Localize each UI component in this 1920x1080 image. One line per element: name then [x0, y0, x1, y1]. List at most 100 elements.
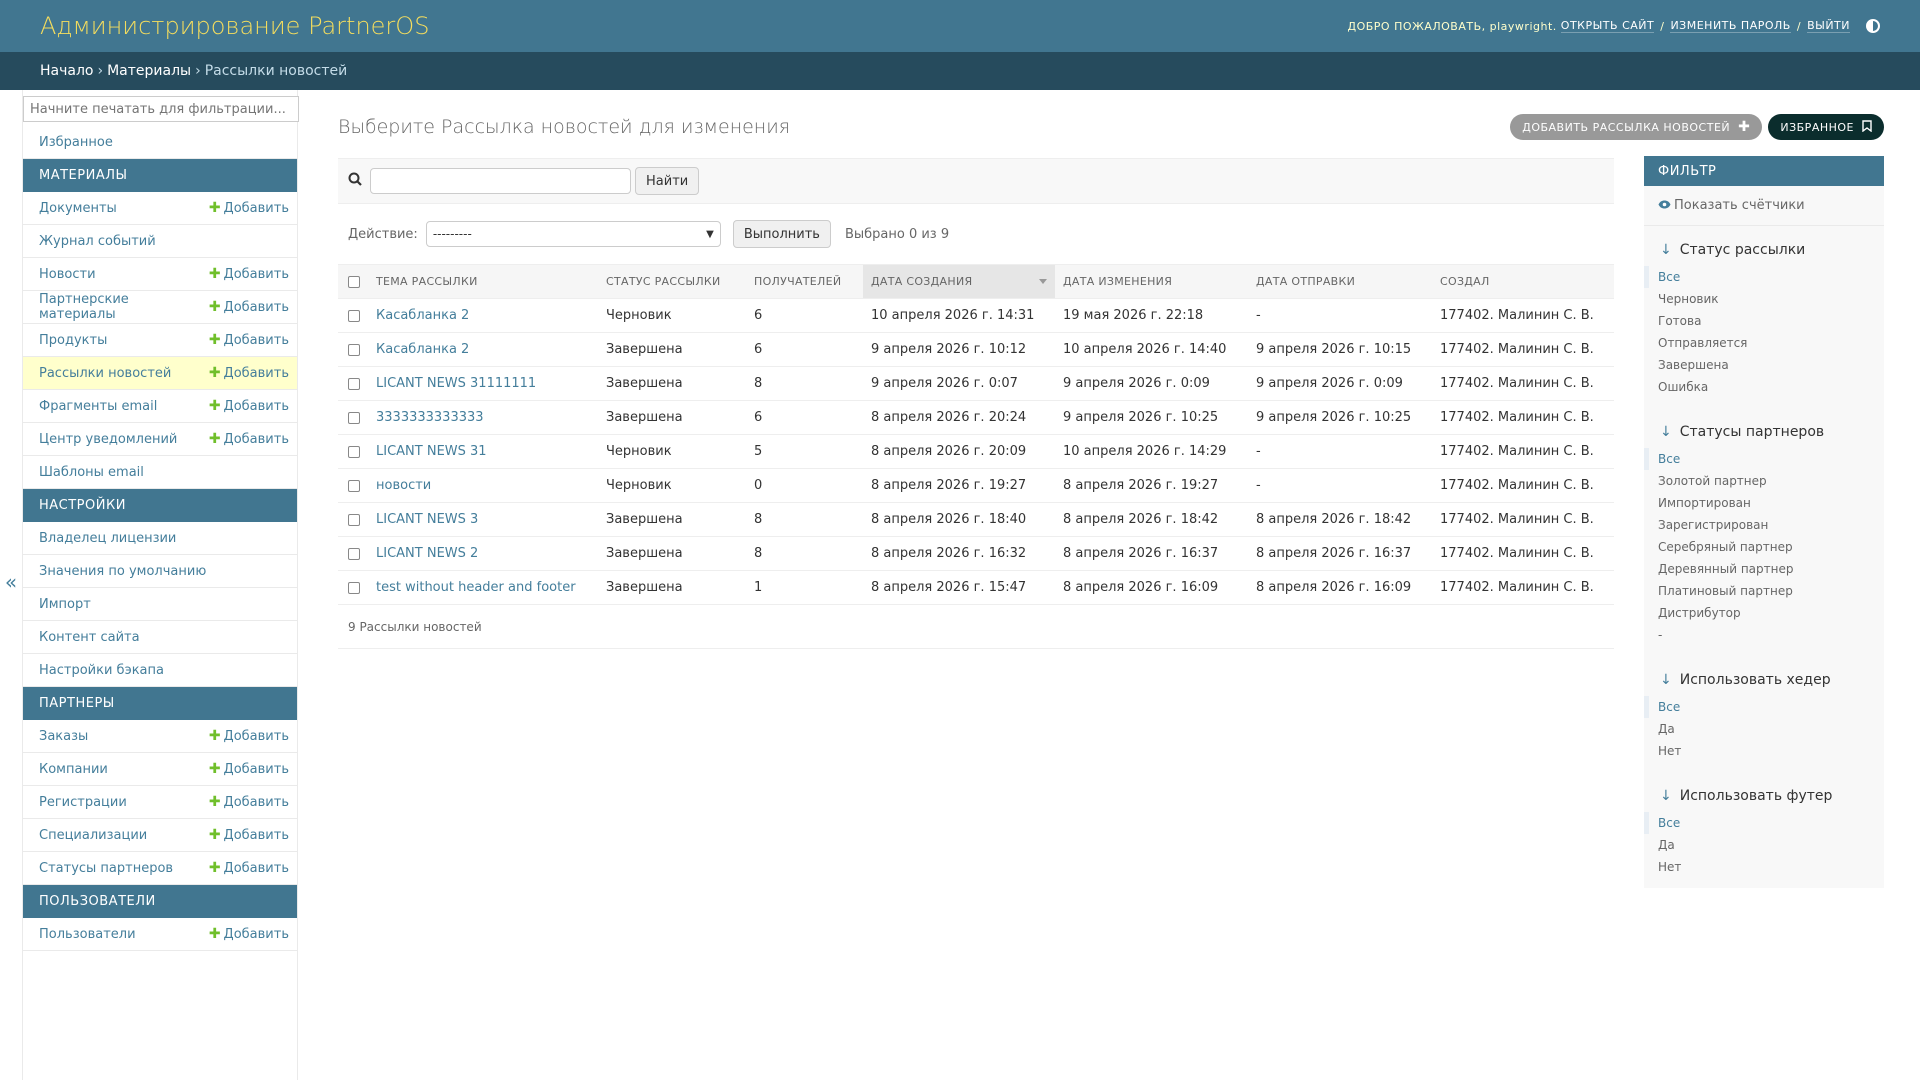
sidebar-item[interactable]: Контент сайта — [23, 621, 297, 654]
sidebar-item-label[interactable]: Фрагменты email — [39, 399, 157, 414]
sidebar-item-label[interactable]: Владелец лицензии — [39, 531, 176, 546]
newsletter-link[interactable]: Касабланка 2 — [376, 342, 469, 357]
newsletter-link[interactable]: Касабланка 2 — [376, 308, 469, 323]
sidebar-item[interactable]: Заказы ✚ Добавить — [23, 720, 297, 753]
sidebar-item[interactable]: Пользователи ✚ Добавить — [23, 918, 297, 951]
sidebar-add-link[interactable]: ✚ Добавить — [209, 299, 289, 315]
sidebar-add-link[interactable]: ✚ Добавить — [209, 200, 289, 216]
sidebar-item[interactable]: Фрагменты email ✚ Добавить — [23, 390, 297, 423]
newsletter-link[interactable]: LICANT NEWS 31 — [376, 444, 487, 459]
newsletter-link[interactable]: LICANT NEWS 3 — [376, 512, 478, 527]
add-newsletter-button[interactable]: Добавить Рассылка новостей ✚ — [1510, 114, 1763, 140]
sidebar-section-header[interactable]: Пользователи — [23, 885, 297, 918]
sidebar-item-label[interactable]: Партнерские материалы — [39, 292, 209, 322]
sidebar-item-label[interactable]: Пользователи — [39, 927, 136, 942]
sort-desc-icon[interactable] — [1039, 279, 1047, 284]
column-header-modified[interactable]: Дата изменения — [1055, 264, 1248, 299]
sidebar-item[interactable]: Владелец лицензии — [23, 522, 297, 555]
favorites-button[interactable]: Избранное — [1768, 114, 1884, 140]
filter-option-link[interactable]: Отправляется — [1658, 336, 1747, 350]
sidebar-item-label[interactable]: Центр уведомлений — [39, 432, 177, 447]
sidebar-item[interactable]: Настройки бэкапа — [23, 654, 297, 687]
sidebar-item-label[interactable]: Импорт — [39, 597, 91, 612]
sidebar-add-link[interactable]: ✚ Добавить — [209, 365, 289, 381]
toggle-sidebar-icon[interactable]: « — [2, 570, 20, 594]
sidebar-item-favorites[interactable]: Избранное — [23, 126, 297, 159]
filter-option-link[interactable]: Дистрибутор — [1658, 606, 1741, 620]
sidebar-add-link[interactable]: ✚ Добавить — [209, 332, 289, 348]
newsletter-link[interactable]: 3333333333333 — [376, 410, 484, 425]
sidebar-section-header[interactable]: Настройки — [23, 489, 297, 522]
sidebar-item-label[interactable]: Контент сайта — [39, 630, 140, 645]
site-branding[interactable]: Администрирование PartnerOS — [40, 12, 429, 40]
filter-group-title[interactable]: ↓ Статусы партнеров — [1644, 416, 1884, 448]
filter-option-link[interactable]: Все — [1658, 270, 1680, 284]
view-site-link[interactable]: Открыть сайт — [1560, 19, 1655, 33]
sidebar-item[interactable]: Партнерские материалы ✚ Добавить — [23, 291, 297, 324]
change-password-link[interactable]: Изменить пароль — [1670, 19, 1791, 33]
filter-option-link[interactable]: Да — [1658, 838, 1675, 852]
filter-option-link[interactable]: Нет — [1658, 744, 1681, 758]
sidebar-item-label[interactable]: Статусы партнеров — [39, 861, 173, 876]
sidebar-item-label[interactable]: Заказы — [39, 729, 88, 744]
filter-option-link[interactable]: Импортирован — [1658, 496, 1751, 510]
filter-option-link[interactable]: Деревянный партнер — [1658, 562, 1793, 576]
filter-option-link[interactable]: Все — [1658, 700, 1680, 714]
sidebar-add-link[interactable]: ✚ Добавить — [209, 266, 289, 282]
row-checkbox[interactable] — [348, 377, 360, 390]
breadcrumb-home[interactable]: Начало — [40, 63, 93, 79]
column-header-sent[interactable]: Дата отправки — [1248, 264, 1432, 299]
filter-group-title[interactable]: ↓ Статус рассылки — [1644, 234, 1884, 266]
sidebar-add-link[interactable]: ✚ Добавить — [209, 398, 289, 414]
run-action-button[interactable]: Выполнить — [732, 220, 831, 248]
newsletter-link[interactable]: LICANT NEWS 31111111 — [376, 376, 536, 391]
sidebar-section-header[interactable]: Материалы — [23, 159, 297, 192]
sidebar-item-label[interactable]: Специализации — [39, 828, 147, 843]
filter-option-link[interactable]: Нет — [1658, 860, 1681, 874]
column-header-recipients[interactable]: Получателей — [746, 264, 863, 299]
sidebar-item-label[interactable]: Шаблоны email — [39, 465, 144, 480]
filter-option-link[interactable]: - — [1658, 628, 1662, 642]
sidebar-item-label[interactable]: Регистрации — [39, 795, 127, 810]
search-button[interactable]: Найти — [635, 167, 700, 195]
row-checkbox[interactable] — [348, 479, 360, 492]
sidebar-add-link[interactable]: ✚ Добавить — [209, 728, 289, 744]
sidebar-item[interactable]: Значения по умолчанию — [23, 555, 297, 588]
show-counts-link[interactable]: Показать счётчики — [1644, 186, 1884, 226]
select-all-checkbox[interactable] — [348, 276, 360, 288]
row-checkbox[interactable] — [348, 343, 360, 356]
sidebar-item[interactable]: Специализации ✚ Добавить — [23, 819, 297, 852]
row-checkbox[interactable] — [348, 411, 360, 424]
sidebar-add-link[interactable]: ✚ Добавить — [209, 860, 289, 876]
filter-option-link[interactable]: Все — [1658, 452, 1680, 466]
sidebar-item[interactable]: Компании ✚ Добавить — [23, 753, 297, 786]
row-checkbox[interactable] — [348, 513, 360, 526]
sidebar-item[interactable]: Шаблоны email — [23, 456, 297, 489]
sidebar-item[interactable]: Центр уведомлений ✚ Добавить — [23, 423, 297, 456]
sidebar-item-label[interactable]: Рассылки новостей — [39, 366, 171, 381]
sidebar-item[interactable]: Новости ✚ Добавить — [23, 258, 297, 291]
filter-option-link[interactable]: Все — [1658, 816, 1680, 830]
newsletter-link[interactable]: test without header and footer — [376, 580, 576, 595]
filter-option-link[interactable]: Серебряный партнер — [1658, 540, 1793, 554]
filter-option-link[interactable]: Платиновый партнер — [1658, 584, 1793, 598]
filter-option-link[interactable]: Черновик — [1658, 292, 1719, 306]
filter-option-link[interactable]: Ошибка — [1658, 380, 1708, 394]
sidebar-add-link[interactable]: ✚ Добавить — [209, 431, 289, 447]
sidebar-item-label[interactable]: Журнал событий — [39, 234, 156, 249]
sidebar-item-label[interactable]: Документы — [39, 201, 117, 216]
logout-link[interactable]: Выйти — [1807, 19, 1850, 33]
sidebar-item-label[interactable]: Настройки бэкапа — [39, 663, 164, 678]
sidebar-item-label[interactable]: Продукты — [39, 333, 107, 348]
sidebar-add-link[interactable]: ✚ Добавить — [209, 827, 289, 843]
sidebar-item-label[interactable]: Компании — [39, 762, 108, 777]
sidebar-section-header[interactable]: Партнеры — [23, 687, 297, 720]
sidebar-add-link[interactable]: ✚ Добавить — [209, 926, 289, 942]
sidebar-add-link[interactable]: ✚ Добавить — [209, 761, 289, 777]
row-checkbox[interactable] — [348, 547, 360, 560]
newsletter-link[interactable]: новости — [376, 478, 431, 493]
sidebar-item[interactable]: Рассылки новостей ✚ Добавить — [23, 357, 297, 390]
column-header-subject[interactable]: Тема рассылки — [368, 264, 598, 299]
newsletter-link[interactable]: LICANT NEWS 2 — [376, 546, 478, 561]
filter-option-link[interactable]: Да — [1658, 722, 1675, 736]
